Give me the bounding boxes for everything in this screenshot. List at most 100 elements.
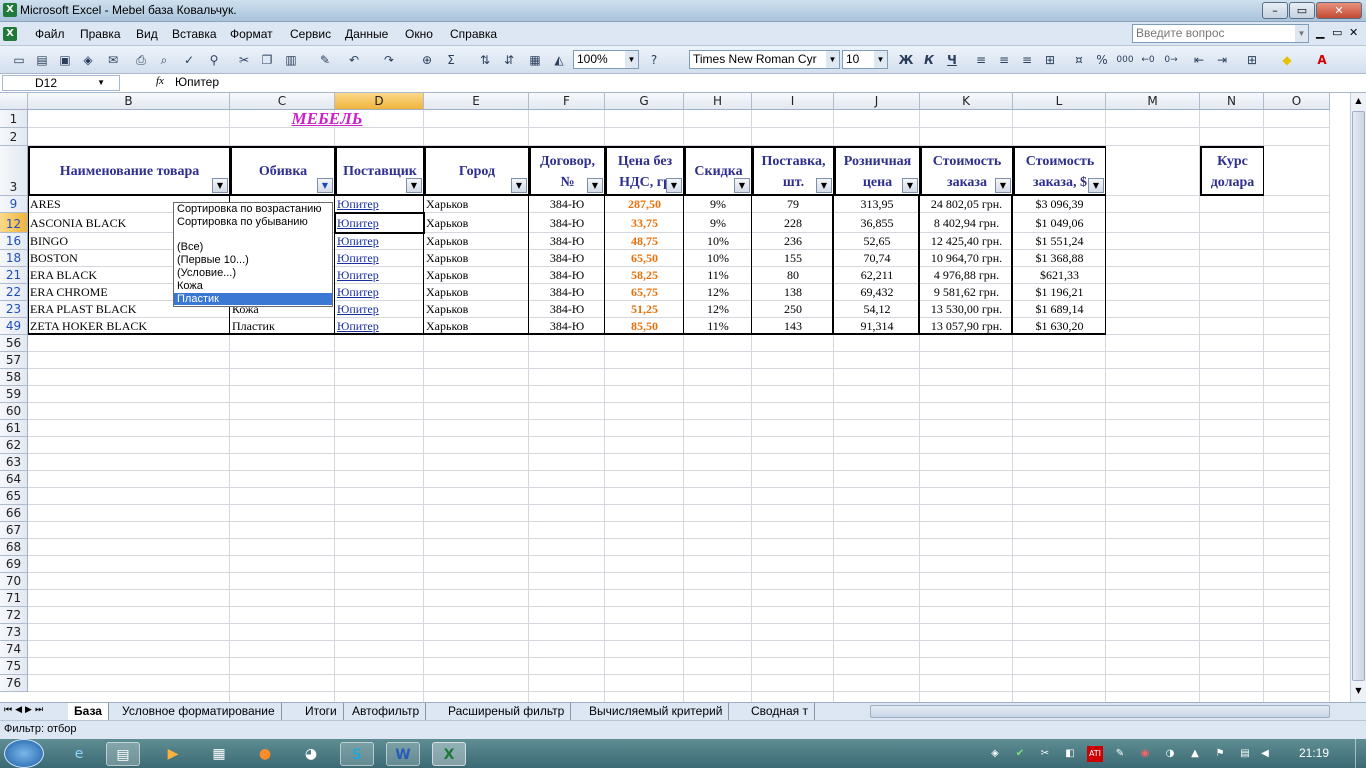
column-header-I[interactable]: I xyxy=(752,93,834,110)
email-icon[interactable]: ✉ xyxy=(104,51,122,69)
doc-close-button[interactable]: ✕ xyxy=(1349,26,1358,39)
app-icon[interactable]: ▦ xyxy=(202,742,236,766)
tray-icon-7[interactable]: ◉ xyxy=(1137,746,1153,762)
tray-icon-2[interactable]: ✔ xyxy=(1012,746,1028,762)
align-right-icon[interactable]: ≡ xyxy=(1018,51,1036,69)
print-preview-icon[interactable]: ⌕ xyxy=(155,51,173,69)
zoom-select[interactable]: 100% ▼ xyxy=(573,50,639,69)
tray-icon-4[interactable]: ◧ xyxy=(1062,746,1078,762)
copy-icon[interactable]: ❐ xyxy=(258,51,276,69)
sheet-tab[interactable]: Расширеный фильтр xyxy=(442,703,572,720)
column-header-J[interactable]: J xyxy=(834,93,920,110)
tray-icon-8[interactable]: ◑ xyxy=(1162,746,1178,762)
row-header[interactable]: 12 xyxy=(0,213,28,233)
row-header[interactable]: 21 xyxy=(0,267,28,284)
align-left-icon[interactable]: ≡ xyxy=(972,51,990,69)
print-icon[interactable]: ⎙ xyxy=(132,51,150,69)
filter-dropdown-L[interactable]: ▼ xyxy=(1088,178,1104,193)
menu-item[interactable]: Формат xyxy=(230,27,273,41)
row-header[interactable]: 9 xyxy=(0,196,28,213)
sheet-tab[interactable]: Сводная т xyxy=(745,703,815,720)
chart-wizard-icon[interactable]: ▦ xyxy=(526,51,544,69)
tray-icon-9[interactable]: ▲ xyxy=(1187,746,1203,762)
font-size-select[interactable]: 10 ▼ xyxy=(842,50,888,69)
thousands-button[interactable]: 000 xyxy=(1116,51,1134,69)
row-header[interactable]: 67 xyxy=(0,522,28,539)
new-icon[interactable]: ▭ xyxy=(10,51,28,69)
sheet-tab[interactable]: Условное форматирование xyxy=(116,703,282,720)
row-header[interactable]: 58 xyxy=(0,369,28,386)
row-header[interactable]: 1 xyxy=(0,110,28,128)
row-header[interactable]: 76 xyxy=(0,675,28,692)
close-button[interactable]: ✕ xyxy=(1316,2,1362,19)
ie-icon[interactable]: e xyxy=(62,742,96,766)
tray-icon-1[interactable]: ◈ xyxy=(987,746,1003,762)
name-box[interactable]: D12 ▼ xyxy=(2,75,120,91)
row-header[interactable]: 16 xyxy=(0,233,28,250)
increase-decimal-icon[interactable]: ←0 xyxy=(1139,51,1157,69)
row-header[interactable]: 60 xyxy=(0,403,28,420)
column-header-E[interactable]: E xyxy=(424,93,529,110)
align-center-icon[interactable]: ≡ xyxy=(995,51,1013,69)
font-select[interactable]: Times New Roman Cyr ▼ xyxy=(689,50,840,69)
row-header[interactable]: 70 xyxy=(0,573,28,590)
row-header[interactable]: 3 xyxy=(0,146,28,196)
column-header-C[interactable]: C xyxy=(230,93,335,110)
column-header-H[interactable]: H xyxy=(684,93,752,110)
show-desktop-button[interactable] xyxy=(1355,739,1366,768)
clock[interactable]: 21:19 xyxy=(1299,746,1329,760)
dropdown-option[interactable]: (Условие...) xyxy=(174,267,332,280)
row-header[interactable]: 68 xyxy=(0,539,28,556)
fx-icon[interactable]: fx xyxy=(156,75,164,87)
tray-icon-6[interactable]: ✎ xyxy=(1112,746,1128,762)
scroll-down-icon[interactable]: ▼ xyxy=(1351,683,1366,699)
paste-icon[interactable]: ▥ xyxy=(282,51,300,69)
explorer-icon[interactable]: ▤ xyxy=(106,742,140,766)
sheet-tab[interactable]: Вычисляемый критерий xyxy=(583,703,730,720)
redo-icon[interactable]: ↷ xyxy=(380,51,398,69)
column-header-L[interactable]: L xyxy=(1013,93,1106,110)
menu-item[interactable]: Окно xyxy=(405,27,433,41)
fill-color-icon[interactable]: ◆ xyxy=(1278,51,1296,69)
increase-indent-icon[interactable]: ⇥ xyxy=(1213,51,1231,69)
italic-button[interactable]: К xyxy=(920,51,938,69)
filter-dropdown-H[interactable]: ▼ xyxy=(734,178,750,193)
row-header[interactable]: 22 xyxy=(0,284,28,301)
volume-icon[interactable]: ◀ xyxy=(1257,746,1273,762)
dropdown-option[interactable]: Кожа xyxy=(174,280,332,293)
dropdown-option[interactable]: Сортировка по убыванию xyxy=(174,216,332,229)
autosum-icon[interactable]: Σ xyxy=(442,51,460,69)
merge-center-icon[interactable]: ⊞ xyxy=(1041,51,1059,69)
row-header[interactable]: 72 xyxy=(0,607,28,624)
sheet-tab[interactable]: База xyxy=(68,703,109,720)
dropdown-option[interactable]: Пластик xyxy=(174,292,332,306)
filter-dropdown-F[interactable]: ▼ xyxy=(587,178,603,193)
percent-button[interactable]: % xyxy=(1093,51,1111,69)
row-header[interactable]: 66 xyxy=(0,505,28,522)
tab-nav-icons[interactable]: ⏮◀▶⏭ xyxy=(4,705,46,715)
menu-item[interactable]: Справка xyxy=(450,27,497,41)
column-header-O[interactable]: O xyxy=(1264,93,1330,110)
currency-icon[interactable]: ¤ xyxy=(1070,51,1088,69)
sort-desc-icon[interactable]: ⇵ xyxy=(500,51,518,69)
help-search-input[interactable]: Введите вопрос ▼ xyxy=(1132,24,1309,43)
tray-icon-3[interactable]: ✂ xyxy=(1037,746,1053,762)
filter-dropdown-I[interactable]: ▼ xyxy=(816,178,832,193)
menu-item[interactable]: Файл xyxy=(35,27,65,41)
hyperlink-icon[interactable]: ⊕ xyxy=(418,51,436,69)
doc-minimize-button[interactable]: ▁ xyxy=(1316,26,1324,39)
menu-item[interactable]: Вставка xyxy=(172,27,217,41)
sheet-tab[interactable]: Автофильтр xyxy=(346,703,427,720)
column-header-D[interactable]: D xyxy=(335,93,424,110)
row-header[interactable]: 64 xyxy=(0,471,28,488)
horizontal-scrollbar[interactable] xyxy=(870,705,1330,718)
spelling-icon[interactable]: ✓ xyxy=(180,51,198,69)
permission-icon[interactable]: ◈ xyxy=(79,51,97,69)
flag-icon[interactable]: ⚑ xyxy=(1212,746,1228,762)
row-header[interactable]: 73 xyxy=(0,624,28,641)
font-color-icon[interactable]: A xyxy=(1313,51,1331,69)
row-header[interactable]: 23 xyxy=(0,301,28,318)
sort-asc-icon[interactable]: ⇅ xyxy=(476,51,494,69)
scroll-thumb[interactable] xyxy=(1352,111,1365,681)
underline-button[interactable]: Ч xyxy=(943,51,961,69)
